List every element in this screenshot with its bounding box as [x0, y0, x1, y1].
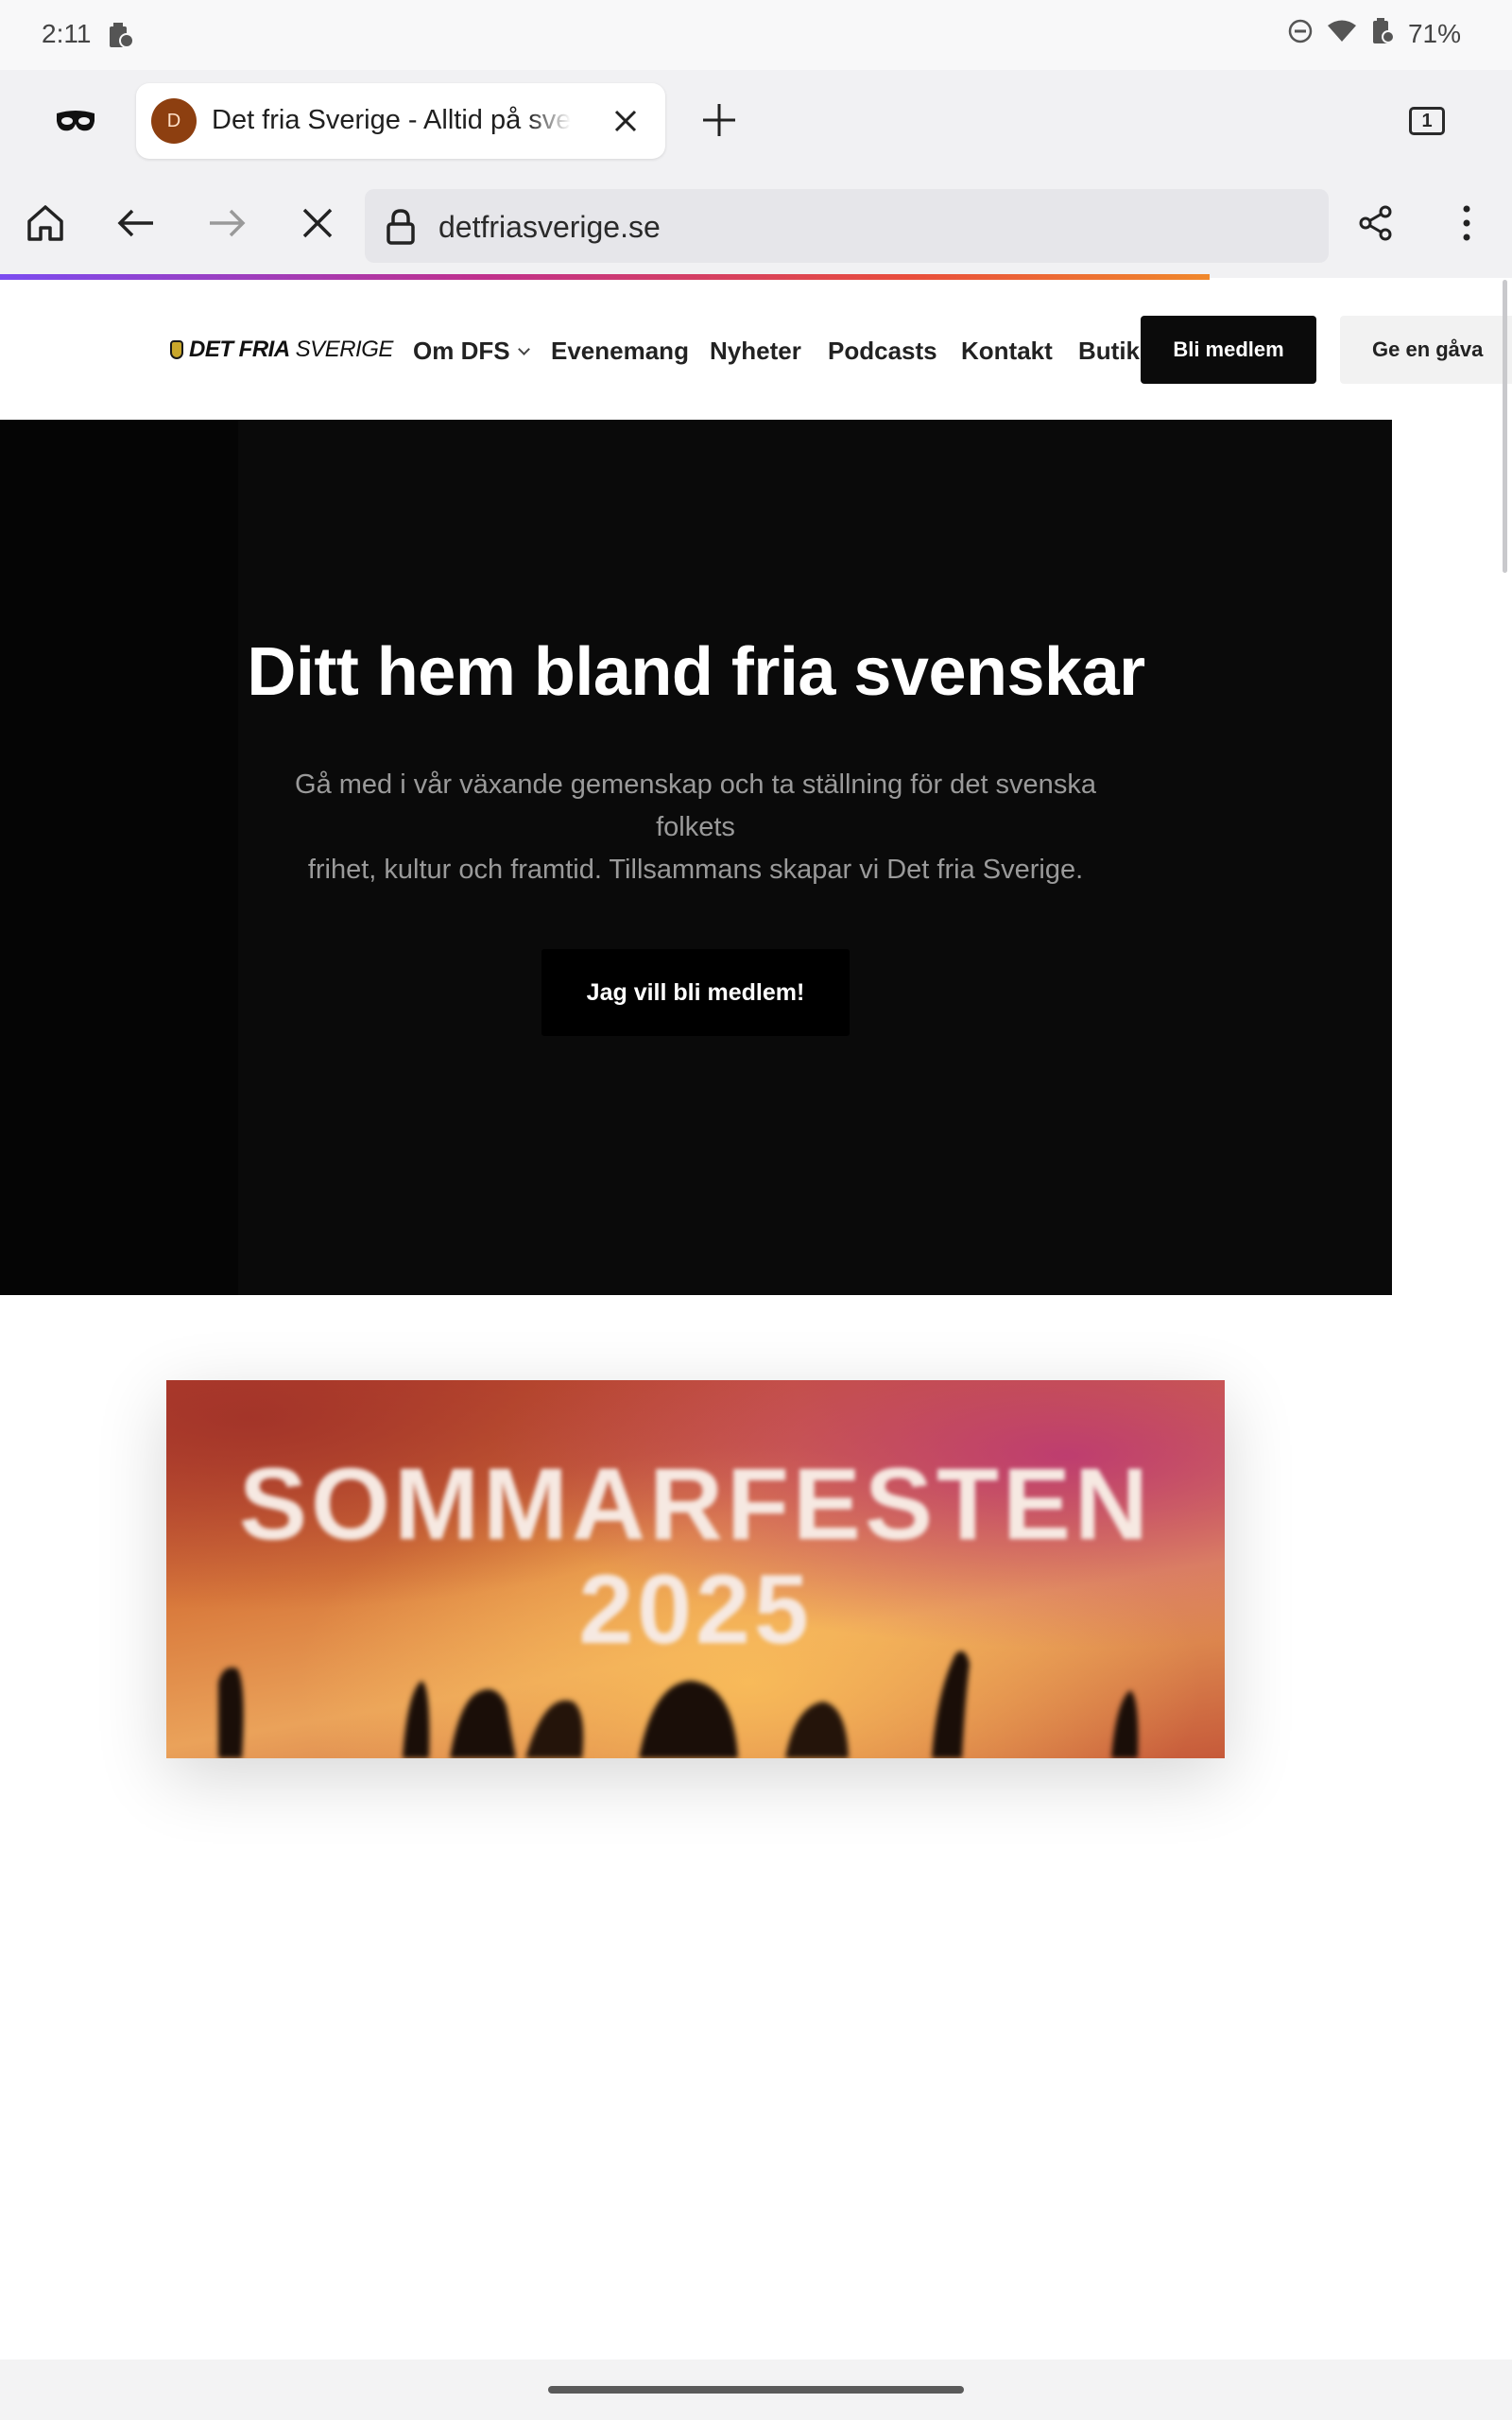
close-icon [614, 110, 637, 132]
nav-om-dfs[interactable]: Om DFS [413, 337, 530, 366]
tab-title: Det fria Sverige - Alltid på svenskarnas… [212, 105, 571, 135]
tab-favicon: D [151, 98, 197, 144]
tab-close-button[interactable] [607, 102, 644, 140]
nav-nyheter[interactable]: Nyheter [710, 337, 801, 366]
lock-icon[interactable] [382, 206, 420, 248]
new-tab-button[interactable] [696, 96, 743, 144]
battery-icon [1370, 17, 1395, 50]
arrow-right-icon [210, 209, 246, 237]
plus-icon [703, 104, 735, 136]
share-button[interactable] [1349, 197, 1402, 250]
gesture-handle[interactable] [548, 2386, 964, 2394]
logo-text-bold: DET FRIA [189, 337, 290, 362]
hero-text-line-2: frihet, kultur och framtid. Tillsammans … [307, 855, 1084, 885]
menu-button[interactable] [1440, 197, 1493, 250]
tab-strip: D Det fria Sverige - Alltid på svenskarn… [0, 70, 1512, 172]
more-vert-icon [1463, 205, 1470, 241]
incognito-mask-icon [57, 111, 94, 131]
join-button[interactable]: Bli medlem [1141, 316, 1316, 384]
share-icon [1359, 205, 1392, 241]
event-banner-image: SOMMARFESTEN 2025 [166, 1380, 1225, 1758]
logo-text-light: SVERIGE [295, 337, 394, 362]
chevron-down-icon [517, 343, 530, 355]
status-time: 2:11 [42, 19, 92, 48]
do-not-disturb-icon [1287, 18, 1314, 49]
url-text: detfriasverige.se [438, 210, 661, 244]
back-button[interactable] [110, 197, 163, 250]
active-tab[interactable]: D Det fria Sverige - Alltid på svenskarn… [136, 83, 665, 159]
nav-om-dfs-label: Om DFS [413, 337, 510, 365]
status-bar: 2:11 71% [0, 0, 1512, 70]
become-member-button[interactable]: Jag vill bli medlem! [541, 949, 850, 1036]
shield-logo-icon [170, 340, 183, 359]
site-navigation: DET FRIA SVERIGE Om DFS Evenemang Nyhete… [0, 280, 1512, 420]
hero-text: Gå med i vår växande gemenskap och ta st… [270, 764, 1121, 891]
home-button[interactable] [19, 197, 72, 250]
work-profile-icon [108, 21, 134, 54]
hero-text-line-1: Gå med i vår växande gemenskap och ta st… [295, 769, 1096, 842]
web-page: DET FRIA SVERIGE Om DFS Evenemang Nyhete… [0, 280, 1512, 2360]
hero-section: Ditt hem bland fria svenskar Gå med i vå… [0, 420, 1392, 1295]
tab-count: 1 [1409, 107, 1445, 135]
home-icon [27, 205, 63, 241]
nav-podcasts[interactable]: Podcasts [828, 337, 937, 366]
forward-button[interactable] [200, 197, 253, 250]
crowd-silhouette-illustration [218, 1651, 1139, 1758]
browser-toolbar: detfriasverige.se [0, 172, 1512, 278]
incognito-button[interactable] [47, 98, 104, 146]
site-logo[interactable]: DET FRIA SVERIGE [170, 337, 393, 363]
url-bar[interactable]: detfriasverige.se [365, 189, 1329, 263]
gift-button[interactable]: Ge en gåva [1340, 316, 1512, 384]
close-icon [302, 208, 333, 238]
battery-percent: 71% [1407, 18, 1461, 48]
nav-kontakt[interactable]: Kontakt [961, 337, 1053, 366]
event-banner[interactable]: SOMMARFESTEN 2025 [166, 1380, 1225, 1758]
navigation-gesture-bar [0, 2360, 1512, 2420]
arrow-left-icon [117, 209, 153, 237]
nav-evenemang[interactable]: Evenemang [551, 337, 689, 366]
status-icons: 71% [1287, 17, 1461, 50]
wifi-icon [1327, 19, 1357, 48]
page-scrollbar[interactable] [1503, 280, 1507, 573]
stop-loading-button[interactable] [291, 197, 344, 250]
tab-switcher-button[interactable]: 1 [1404, 98, 1450, 144]
hero-title: Ditt hem bland fria svenskar [247, 634, 1145, 710]
nav-butik[interactable]: Butik [1078, 337, 1140, 366]
